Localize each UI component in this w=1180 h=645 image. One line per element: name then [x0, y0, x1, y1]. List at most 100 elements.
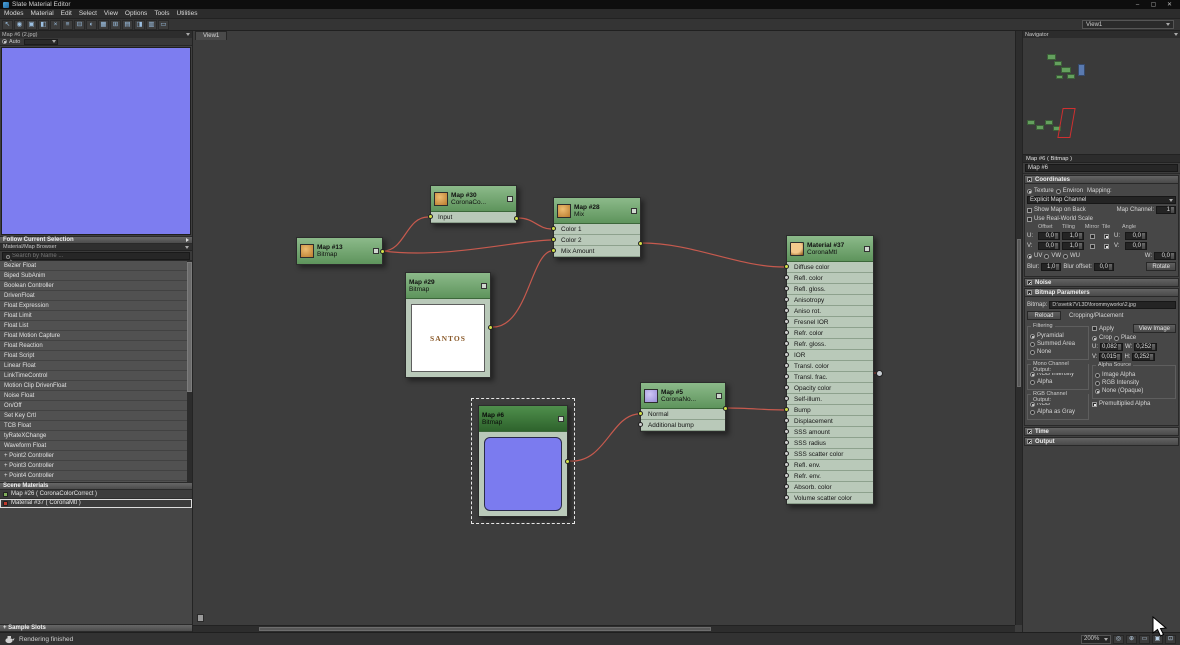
output-socket[interactable]: [514, 216, 519, 221]
node-input-slot[interactable]: Refl. env.: [784, 460, 873, 471]
list-item[interactable]: TCB Float: [0, 421, 192, 431]
collapse-node-button[interactable]: [716, 392, 722, 399]
status-tool-icon[interactable]: ⊡: [1165, 634, 1176, 644]
close-button[interactable]: ✕: [1162, 1, 1177, 9]
status-tool-icon[interactable]: ⊕: [1126, 634, 1137, 644]
node-name-field[interactable]: Map #6: [1025, 164, 1178, 172]
summed-area-radio[interactable]: [1030, 341, 1035, 347]
node-input-slot[interactable]: Transl. color: [784, 361, 873, 372]
list-item[interactable]: Boolean Controller: [0, 281, 192, 291]
input-socket[interactable]: [428, 214, 433, 219]
node-input-slot[interactable]: Refr. color: [784, 328, 873, 339]
menu-item[interactable]: View: [104, 10, 118, 17]
toolbar-icon[interactable]: ◨: [134, 19, 145, 30]
u-mirror-checkbox[interactable]: [1089, 233, 1095, 239]
toolbar-icon[interactable]: ▦: [98, 19, 109, 30]
node-input-slot[interactable]: Absorb. color: [784, 482, 873, 493]
blur-offset-spinner[interactable]: 0,0: [1093, 262, 1114, 271]
bitmap-parameters-rollout-header[interactable]: Bitmap Parameters: [1024, 288, 1179, 297]
status-tool-icon[interactable]: ◎: [1113, 634, 1124, 644]
layout-page-icon[interactable]: [197, 614, 204, 622]
list-item[interactable]: Float Limit: [0, 311, 192, 321]
collapse-node-button[interactable]: [507, 195, 513, 202]
node-header[interactable]: Map #6 Bitmap: [479, 406, 567, 432]
node-wires[interactable]: [193, 31, 1022, 632]
collapse-node-button[interactable]: [631, 207, 637, 214]
search-input[interactable]: [2, 251, 190, 260]
input-socket[interactable]: [551, 237, 556, 242]
toolbar-icon[interactable]: ↖: [2, 19, 13, 30]
toolbar-icon[interactable]: ×: [50, 19, 61, 30]
u-offset-spinner[interactable]: 0,0: [1038, 232, 1060, 240]
input-socket[interactable]: [784, 352, 789, 357]
title-bar[interactable]: Slate Material Editor – ▢ ✕: [0, 0, 1180, 9]
list-item[interactable]: Float Expression: [0, 301, 192, 311]
active-view-dropdown[interactable]: View1: [1082, 20, 1174, 29]
input-socket[interactable]: [784, 264, 789, 269]
environ-radio[interactable]: [1055, 188, 1061, 194]
status-tool-icon[interactable]: ▭: [1139, 634, 1150, 644]
menu-item[interactable]: Material: [31, 10, 54, 17]
premultiplied-alpha-checkbox[interactable]: [1092, 401, 1097, 407]
browser-scrollbar[interactable]: [187, 261, 192, 482]
view-frame-indicator[interactable]: [1057, 108, 1076, 138]
toolbar-icon[interactable]: ⊞: [110, 19, 121, 30]
vw-radio[interactable]: [1044, 253, 1050, 259]
list-item[interactable]: + Point2 Controller: [0, 451, 192, 461]
apply-checkbox[interactable]: [1092, 326, 1097, 331]
input-socket[interactable]: [784, 462, 789, 467]
rgb-intensity-source-radio[interactable]: [1095, 380, 1100, 386]
node-map28-mix[interactable]: Map #28 Mix Color 1 Color 2 Mix Amount: [551, 197, 643, 258]
output-rollout-header[interactable]: Output: [1024, 437, 1179, 446]
input-socket[interactable]: [784, 418, 789, 423]
map-channel-spinner[interactable]: 1: [1156, 206, 1176, 214]
node-input-slot[interactable]: Refl. color: [784, 273, 873, 284]
input-socket[interactable]: [784, 297, 789, 302]
v-offset-spinner[interactable]: 0,0: [1038, 242, 1060, 250]
crop-w-spinner[interactable]: 0,252: [1134, 343, 1158, 351]
input-socket[interactable]: [784, 407, 789, 412]
node-input-slot[interactable]: Anisotropy: [784, 295, 873, 306]
alpha-radio[interactable]: [1030, 379, 1035, 385]
node-header[interactable]: Map #13 Bitmap: [297, 238, 382, 264]
expand-toggle-icon[interactable]: [1027, 429, 1032, 434]
input-socket[interactable]: [784, 374, 789, 379]
output-socket[interactable]: [380, 249, 385, 254]
input-socket[interactable]: [784, 308, 789, 313]
bitmap-path-button[interactable]: D:\svetik7VL3D\forommyworks\2.jpg: [1049, 301, 1176, 309]
place-radio[interactable]: [1114, 335, 1120, 341]
output-socket[interactable]: [488, 325, 493, 330]
node-input-slot[interactable]: Input: [428, 212, 516, 223]
menu-item[interactable]: Utilities: [177, 10, 198, 17]
node-map29-bitmap[interactable]: Map #29 Bitmap SANTOS: [405, 272, 493, 378]
output-socket[interactable]: [565, 459, 570, 464]
wu-radio[interactable]: [1063, 253, 1069, 259]
node-input-slot[interactable]: Bump: [784, 405, 873, 416]
node-input-slot[interactable]: Additional bump: [638, 420, 725, 431]
menu-item[interactable]: Modes: [4, 10, 24, 17]
node-input-slot[interactable]: Refl. gloss.: [784, 284, 873, 295]
input-socket[interactable]: [784, 495, 789, 500]
scene-material-item[interactable]: Map #26 ( CoronaColorCorrect ): [0, 490, 192, 499]
crop-v-spinner[interactable]: 0,015: [1099, 353, 1123, 361]
navigator-minimap[interactable]: [1023, 38, 1180, 154]
node-input-slot[interactable]: Refr. env.: [784, 471, 873, 482]
toolbar-icon[interactable]: ◧: [38, 19, 49, 30]
node-input-slot[interactable]: Fresnel IOR: [784, 317, 873, 328]
node-material37-coronamtl[interactable]: Material #37 CoronaMtl Diffuse color Ref…: [784, 235, 883, 505]
node-input-slot[interactable]: Self-illum.: [784, 394, 873, 405]
scrollbar-thumb[interactable]: [258, 627, 711, 631]
alpha-as-gray-radio[interactable]: [1030, 409, 1035, 415]
list-item[interactable]: Set Key Crtl: [0, 411, 192, 421]
scene-material-item[interactable]: Material #37 ( CoronaMtl ): [0, 499, 192, 508]
input-socket[interactable]: [784, 396, 789, 401]
input-socket[interactable]: [784, 275, 789, 280]
collapse-node-button[interactable]: [864, 245, 870, 252]
list-item[interactable]: Float Script: [0, 351, 192, 361]
input-socket[interactable]: [551, 248, 556, 253]
crop-h-spinner[interactable]: 0,252: [1132, 353, 1156, 361]
node-header[interactable]: Map #28 Mix: [554, 198, 640, 224]
node-input-slot[interactable]: Diffuse color: [784, 262, 873, 273]
coordinates-rollout-header[interactable]: Coordinates: [1024, 175, 1179, 184]
toolbar-icon[interactable]: ⊟: [74, 19, 85, 30]
